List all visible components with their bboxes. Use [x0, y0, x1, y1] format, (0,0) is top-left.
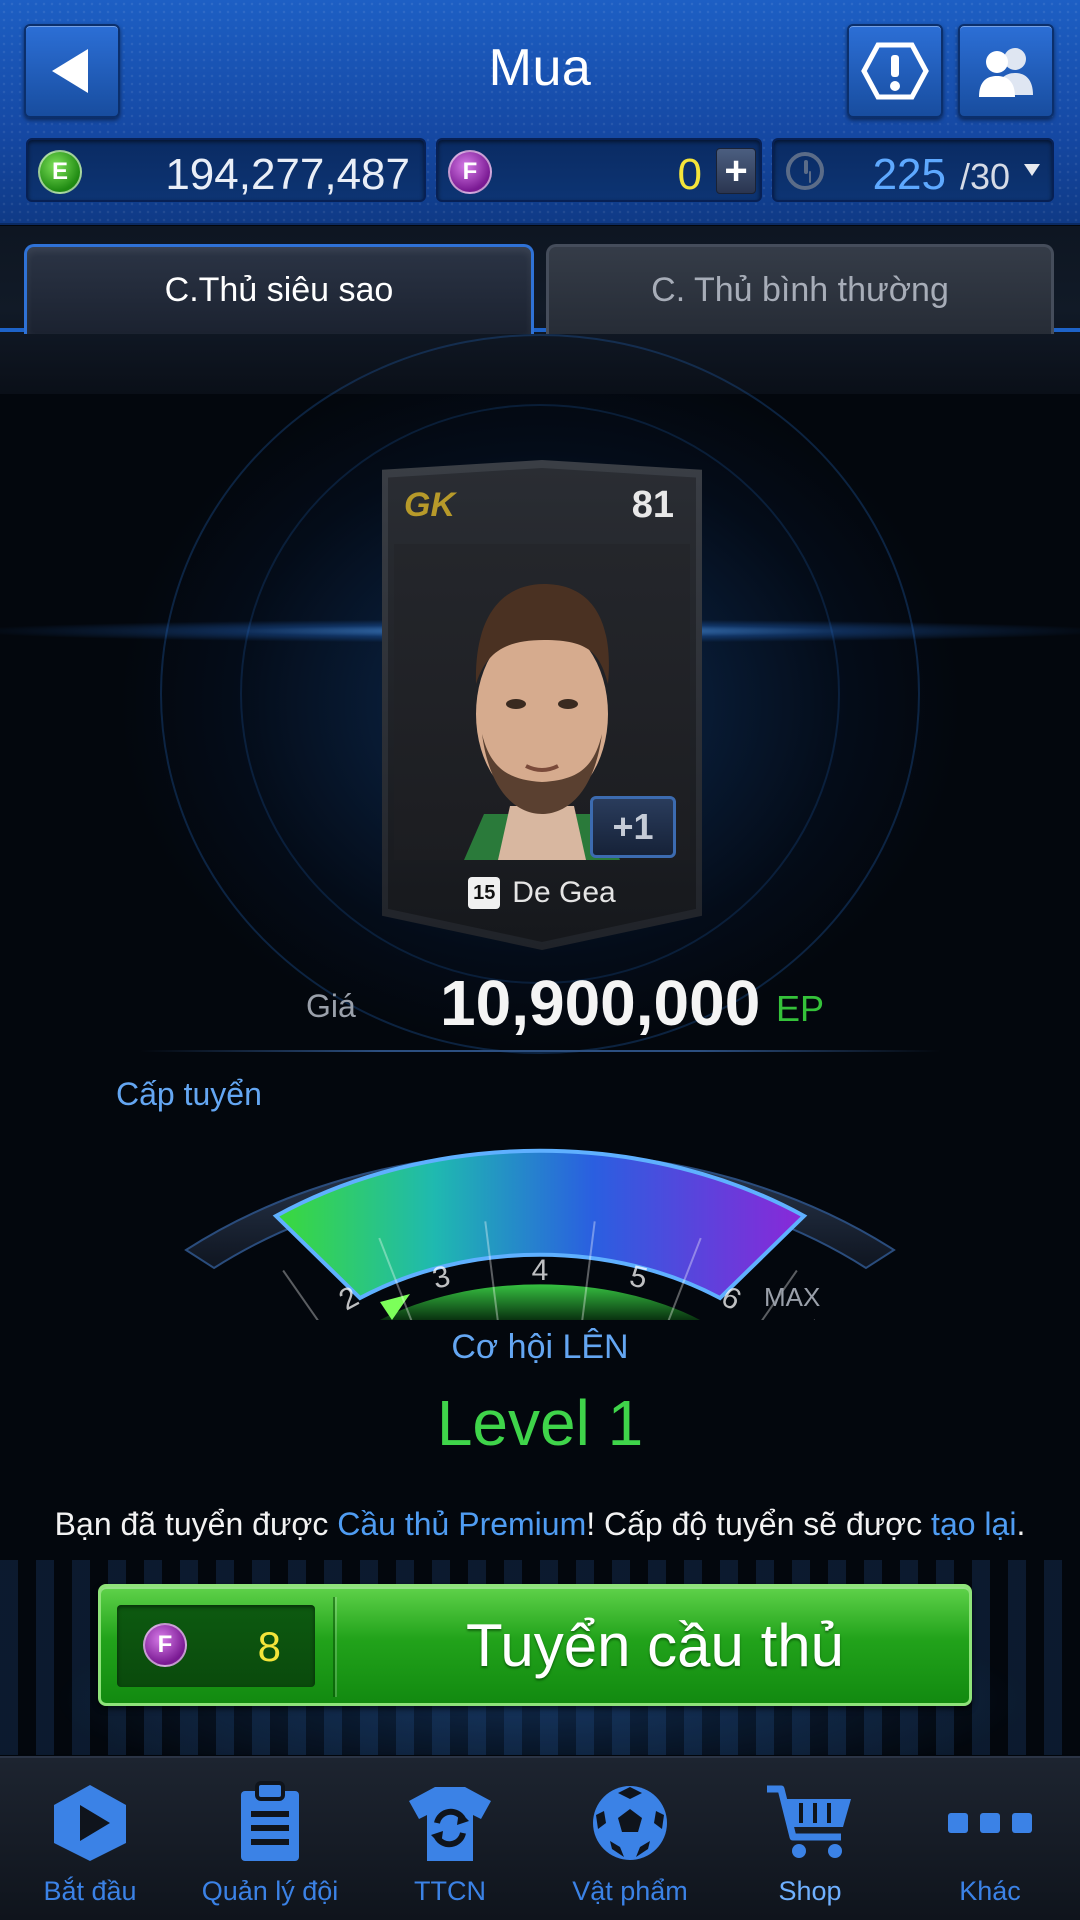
info-text: Bạn đã tuyển được — [54, 1506, 338, 1542]
bottom-nav: Bắt đầu Quản lý đội TTCN Vật phẩm Shop K… — [0, 1756, 1080, 1920]
info-highlight: Cầu thủ Premium — [337, 1506, 587, 1542]
nav-team-manage[interactable]: Quản lý đội — [180, 1758, 360, 1920]
time-max: /30 — [959, 156, 1010, 197]
kit-number: 15 — [468, 877, 501, 909]
nav-transfer[interactable]: TTCN — [360, 1758, 540, 1920]
friends-button[interactable] — [958, 24, 1054, 118]
button-divider — [333, 1597, 335, 1697]
card-position: GK — [404, 486, 455, 524]
info-highlight: tạo lại — [931, 1506, 1017, 1542]
play-icon — [45, 1778, 135, 1868]
card-face: GK 81 +1 15 De Gea — [388, 468, 696, 942]
nav-label: Bắt đầu — [43, 1876, 137, 1906]
recruit-button[interactable]: F 8 Tuyển cầu thủ — [98, 1584, 972, 1706]
player-name: De Gea — [512, 876, 616, 909]
e-balance-box: E 194,277,487 — [26, 138, 426, 202]
max-label: MAX — [764, 1282, 821, 1312]
price-unit: EP — [776, 988, 825, 1029]
nav-shop[interactable]: Shop — [720, 1758, 900, 1920]
info-text: ! Cấp độ tuyển sẽ được — [586, 1506, 932, 1542]
time-current: 225 — [872, 150, 946, 199]
nav-label: TTCN — [414, 1876, 486, 1906]
add-f-coins-button[interactable]: + — [716, 148, 756, 194]
recruit-label: Tuyển cầu thủ — [465, 1612, 845, 1679]
cart-icon — [765, 1778, 855, 1868]
tab-superstar[interactable]: C.Thủ siêu sao — [24, 244, 534, 334]
nav-label: Khác — [959, 1876, 1021, 1906]
warning-icon — [861, 42, 929, 100]
gauge-level-label: 1 — [251, 1315, 286, 1320]
f-balance: 0 — [677, 150, 702, 199]
clipboard-icon — [225, 1778, 315, 1868]
info-text: . — [1016, 1506, 1026, 1542]
friends-icon — [979, 48, 1033, 97]
nav-label: Quản lý đội — [201, 1876, 339, 1906]
f-coin-icon: F — [143, 1623, 187, 1667]
nav-more[interactable]: Khác — [900, 1758, 1080, 1920]
card-overall: 81 — [631, 484, 674, 526]
recruit-cost: F 8 — [117, 1605, 315, 1687]
f-balance-box: F 0 + — [436, 138, 762, 202]
chevron-down-icon[interactable] — [1024, 164, 1040, 176]
clock-icon — [786, 152, 824, 190]
more-icon — [945, 1778, 1035, 1868]
alert-button[interactable] — [847, 24, 943, 118]
gauge-level-label: 7 — [794, 1315, 829, 1320]
card-name-row: 15 De Gea — [388, 876, 696, 910]
player-photo: +1 — [394, 544, 690, 860]
shirt-transfer-icon — [405, 1778, 495, 1868]
nav-label: Vật phẩm — [572, 1876, 688, 1906]
chance-label: Cơ hội LÊN — [451, 1328, 629, 1366]
soccer-ball-icon — [585, 1778, 675, 1868]
nav-start[interactable]: Bắt đầu — [0, 1758, 180, 1920]
level-gauge: 1234567 — [184, 1148, 896, 1320]
current-level: Level 1 — [436, 1387, 644, 1459]
tab-normal[interactable]: C. Thủ bình thường — [546, 244, 1054, 334]
recruit-cost-value: 8 — [257, 1623, 281, 1670]
time-box[interactable]: 225 /30 — [772, 138, 1054, 202]
f-coin-icon: F — [448, 150, 492, 194]
gauge-level-label: 4 — [532, 1254, 549, 1287]
nav-items[interactable]: Vật phẩm — [540, 1758, 720, 1920]
e-coin-icon: E — [38, 150, 82, 194]
price-label: Giá — [306, 988, 356, 1024]
divider — [140, 1050, 940, 1052]
info-message: Bạn đã tuyển được Cầu thủ Premium! Cấp đ… — [0, 1506, 1080, 1543]
e-balance: 194,277,487 — [165, 150, 410, 199]
nav-label: Shop — [778, 1876, 842, 1906]
price-value: 10,900,000 — [440, 967, 761, 1039]
top-bar: Mua E 194,277,487 F 0 + 225 /30 — [0, 0, 1080, 225]
plus-one-badge: +1 — [590, 796, 676, 858]
player-card[interactable]: GK 81 +1 15 De Gea — [382, 460, 702, 950]
